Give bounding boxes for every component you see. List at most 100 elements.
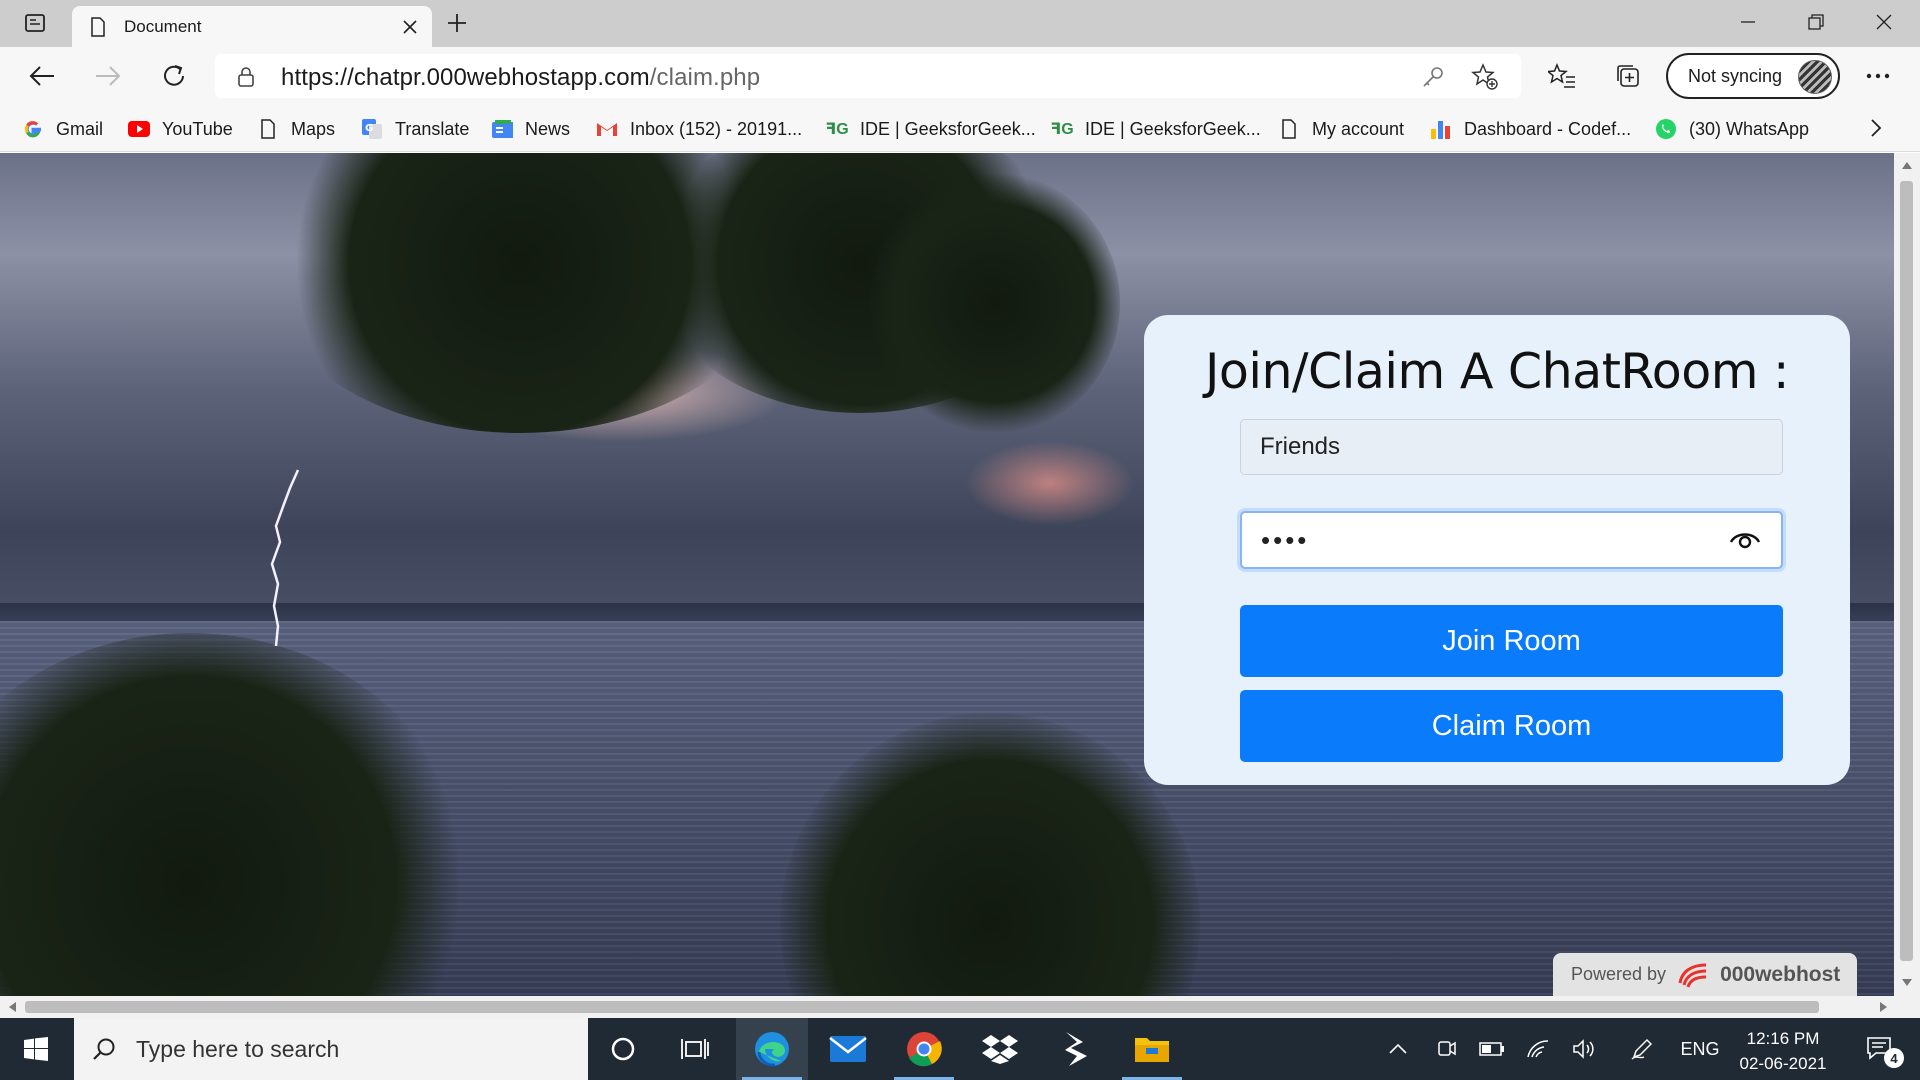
volume-button[interactable] [1566, 1018, 1602, 1080]
vertical-scroll-thumb[interactable] [1900, 181, 1913, 961]
bookmark-label: Dashboard - Codef... [1464, 118, 1632, 139]
scroll-right-icon[interactable] [1880, 1002, 1888, 1012]
profile-sync-button[interactable]: Not syncing [1666, 53, 1840, 99]
chatroom-form-card: Join/Claim A ChatRoom : Friends •••• Joi… [1144, 315, 1850, 785]
taskbar-edge[interactable] [736, 1018, 808, 1080]
000webhost-logo-icon [1678, 963, 1707, 988]
scroll-down-icon[interactable] [1902, 979, 1912, 987]
tab-actions-button[interactable] [15, 9, 55, 37]
restore-button[interactable] [1782, 0, 1850, 44]
browser-toolbar: https://chatpr.000webhostapp.com/claim.p… [0, 47, 1920, 105]
browser-tab-active[interactable]: Document [72, 6, 432, 47]
taskbar-clock[interactable]: 12:16 PM 02-06-2021 [1728, 1026, 1838, 1076]
bookmark-whatsapp[interactable]: (30) WhatsApp [1655, 114, 1809, 144]
bookmark-news[interactable]: News [491, 114, 570, 144]
show-password-icon[interactable] [1729, 529, 1761, 551]
tab-title: Document [124, 16, 202, 36]
powered-by-badge[interactable]: Powered by 000webhost [1553, 953, 1857, 996]
bookmark-gfg-ide-2[interactable]: ꟻG IDE | GeeksforGeek... [1050, 114, 1261, 144]
page-background: Join/Claim A ChatRoom : Friends •••• Joi… [0, 153, 1894, 996]
url-path: /claim.php [649, 64, 761, 91]
favorites-button[interactable] [1544, 58, 1580, 94]
taskbar-sublime[interactable] [1040, 1018, 1112, 1080]
meet-now-button[interactable] [1428, 1018, 1464, 1080]
network-button[interactable] [1520, 1018, 1556, 1080]
clock-date: 02-06-2021 [1739, 1054, 1827, 1073]
document-icon [91, 16, 105, 37]
refresh-button[interactable] [156, 58, 192, 94]
horizontal-scrollbar[interactable] [0, 996, 1920, 1018]
forward-button[interactable] [90, 58, 126, 94]
url-text: https://chatpr.000webhostapp.com/claim.p… [281, 64, 760, 92]
join-room-button[interactable]: Join Room [1240, 605, 1783, 677]
bookmark-label: (30) WhatsApp [1689, 118, 1810, 139]
settings-more-button[interactable] [1860, 58, 1896, 94]
powered-by-text: Powered by [1571, 964, 1667, 984]
browser-titlebar: Document [0, 0, 1920, 47]
folder-icon [1135, 1038, 1169, 1062]
news-icon [491, 118, 513, 140]
bookmark-dashboard[interactable]: Dashboard - Codef... [1430, 114, 1631, 144]
close-icon [403, 20, 417, 34]
windows-icon [24, 1037, 48, 1061]
back-arrow-icon [29, 66, 54, 86]
collections-button[interactable] [1610, 58, 1646, 94]
action-center-button[interactable]: 4 [1852, 1018, 1908, 1080]
sublime-text-icon [1065, 1032, 1087, 1066]
address-bar[interactable]: https://chatpr.000webhostapp.com/claim.p… [215, 54, 1521, 98]
battery-button[interactable] [1474, 1018, 1510, 1080]
scroll-up-icon[interactable] [1902, 161, 1912, 169]
back-button[interactable] [24, 58, 60, 94]
new-tab-button[interactable] [442, 9, 472, 37]
taskbar-dropbox[interactable] [964, 1018, 1036, 1080]
bookmark-label: Inbox (152) - 20191... [630, 118, 803, 139]
horizontal-scroll-thumb[interactable] [25, 1001, 1819, 1013]
add-favorite-icon[interactable] [1471, 63, 1499, 91]
show-hidden-icons-button[interactable] [1380, 1018, 1416, 1080]
chart-icon [1430, 118, 1452, 140]
bookmarks-more-button[interactable] [1870, 118, 1882, 143]
scroll-left-icon[interactable] [8, 1002, 16, 1012]
taskbar-chrome[interactable] [888, 1018, 960, 1080]
tab-close-button[interactable] [398, 15, 422, 39]
battery-icon [1479, 1042, 1504, 1056]
bookmark-inbox[interactable]: Inbox (152) - 20191... [596, 114, 802, 144]
youtube-icon [128, 118, 150, 140]
bookmark-label: News [525, 118, 571, 139]
taskbar-mail[interactable] [812, 1018, 884, 1080]
volume-icon [1573, 1039, 1594, 1059]
bookmark-youtube[interactable]: YouTube [128, 114, 233, 144]
clock-time: 12:16 PM [1746, 1029, 1820, 1048]
avatar [1798, 60, 1832, 94]
bookmark-translate[interactable]: G Translate [361, 114, 469, 144]
window-close-button[interactable] [1850, 0, 1918, 44]
password-key-icon[interactable] [1421, 65, 1445, 89]
background-lightning [270, 469, 300, 647]
whatsapp-icon [1655, 118, 1677, 140]
favorites-icon [1548, 63, 1575, 88]
bookmark-label: IDE | GeeksforGeek... [1085, 118, 1261, 139]
password-value: •••• [1261, 524, 1310, 555]
room-name-input[interactable]: Friends [1240, 419, 1783, 475]
claim-room-button[interactable]: Claim Room [1240, 690, 1783, 762]
bookmark-maps[interactable]: Maps [257, 114, 335, 144]
vertical-scrollbar[interactable] [1894, 153, 1920, 996]
chevron-right-icon [1871, 119, 1882, 137]
bookmark-gfg-ide-1[interactable]: ꟻG IDE | GeeksforGeek... [825, 114, 1035, 144]
taskbar-file-explorer[interactable] [1116, 1018, 1188, 1080]
minimize-button[interactable] [1714, 0, 1782, 44]
language-indicator[interactable]: ENG [1672, 1018, 1728, 1080]
taskbar-search-box[interactable]: Type here to search [74, 1018, 588, 1080]
minimize-icon [1741, 21, 1755, 23]
cortana-button[interactable] [594, 1018, 652, 1080]
start-button[interactable] [0, 1018, 72, 1080]
room-password-input[interactable]: •••• [1240, 511, 1783, 569]
edge-browser-icon [755, 1032, 789, 1067]
pen-workspace-button[interactable] [1624, 1018, 1660, 1080]
bookmark-my-account[interactable]: My account [1278, 114, 1404, 144]
geeksforgeeks-icon: ꟻG [825, 121, 849, 138]
bookmark-label: Translate [395, 118, 470, 139]
bookmark-gmail[interactable]: Gmail [22, 114, 103, 144]
background-foliage [870, 173, 1120, 433]
task-view-button[interactable] [666, 1018, 724, 1080]
